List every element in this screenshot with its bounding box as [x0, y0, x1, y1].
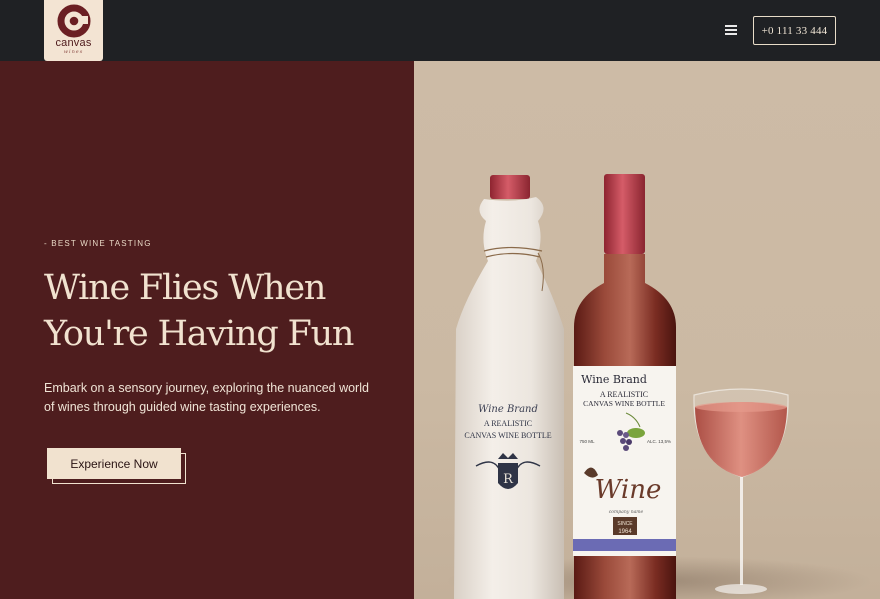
labeled-bottle-since: SINCE	[617, 521, 633, 527]
labeled-bottle-abv: ALC. 13,5%	[647, 439, 671, 444]
crest-letter: R	[503, 472, 514, 487]
labeled-bottle-script: Wine	[595, 475, 662, 505]
labeled-bottle: Wine Brand A REALISTIC CANVAS WINE BOTTL…	[573, 174, 676, 599]
labeled-bottle-volume: 750 ML	[579, 439, 595, 444]
hamburger-menu-icon[interactable]	[725, 25, 737, 36]
labeled-bottle-tagline1: A REALISTIC	[600, 390, 648, 399]
wrapped-bottle-tagline1: A REALISTIC	[484, 419, 532, 428]
hero-description: Embark on a sensory journey, exploring t…	[44, 379, 374, 417]
hero-left-panel: - BEST WINE TASTING Wine Flies When You'…	[0, 61, 414, 599]
hero-headline: Wine Flies When You're Having Fun	[44, 265, 384, 357]
labeled-bottle-year: 1964	[618, 529, 632, 535]
hero-description-line2: of wines through guided wine tasting exp…	[44, 400, 321, 414]
experience-now-button[interactable]: Experience Now	[47, 448, 181, 479]
wrapped-bottle-brand: Wine Brand	[478, 404, 538, 415]
cta-wrapper: Experience Now	[47, 448, 186, 484]
hero-eyebrow: - BEST WINE TASTING	[44, 239, 152, 248]
wrapped-bottle-tagline2: CANVAS WINE BOTTLE	[464, 431, 551, 440]
logo-sub: wines	[63, 49, 84, 55]
product-image: Wine Brand A REALISTIC CANVAS WINE BOTTL…	[454, 174, 789, 599]
wrapped-bottle: Wine Brand A REALISTIC CANVAS WINE BOTTL…	[454, 175, 564, 599]
logo[interactable]: canvas wines	[44, 0, 103, 61]
hero-product-panel: Wine Brand A REALISTIC CANVAS WINE BOTTL…	[414, 61, 880, 599]
labeled-bottle-subline: company name	[609, 510, 644, 515]
hero-headline-line1: Wine Flies When	[44, 268, 326, 308]
phone-button[interactable]: +0 111 33 444	[753, 16, 836, 45]
labeled-bottle-tagline2: CANVAS WINE BOTTLE	[583, 399, 665, 408]
site-header: canvas wines +0 111 33 444	[0, 0, 880, 61]
labeled-bottle-brand: Wine Brand	[581, 373, 647, 386]
hero-headline-line2: You're Having Fun	[44, 314, 354, 354]
logo-brand: canvas	[55, 37, 92, 49]
wine-glass	[693, 388, 789, 594]
logo-mark-icon	[57, 4, 90, 38]
hero-description-line1: Embark on a sensory journey, exploring t…	[44, 381, 369, 395]
